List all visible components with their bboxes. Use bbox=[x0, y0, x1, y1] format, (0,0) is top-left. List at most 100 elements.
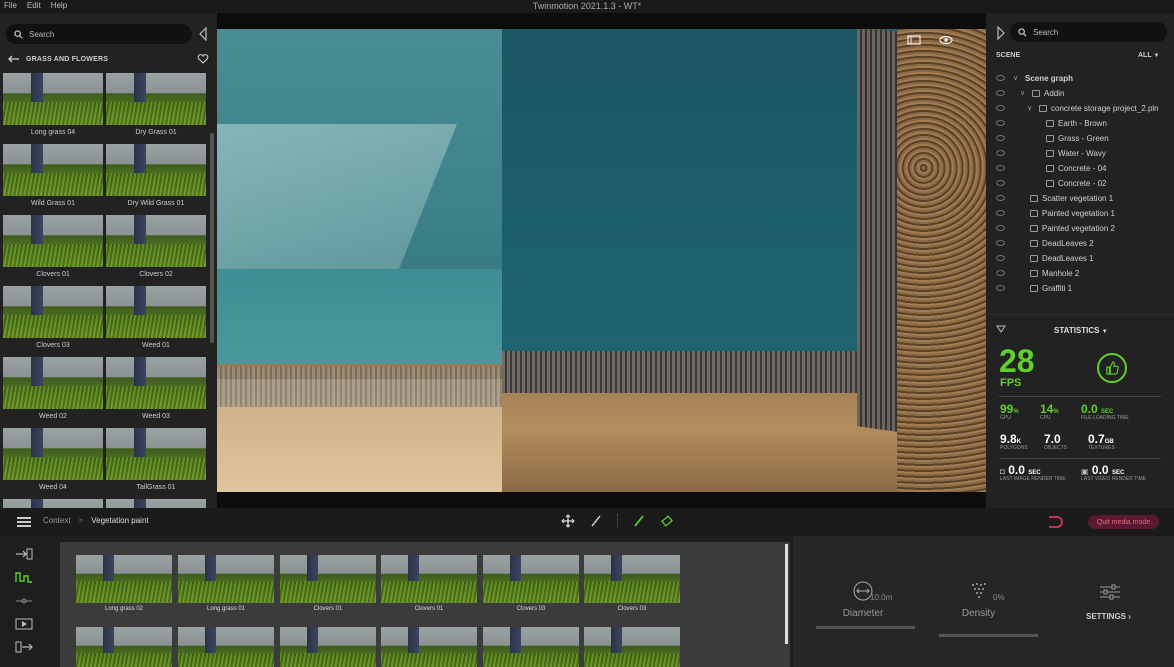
stat-gpu-unit: % bbox=[1013, 409, 1019, 415]
tree-item[interactable]: Water - Wavy bbox=[986, 146, 1174, 160]
import-icon[interactable] bbox=[15, 548, 33, 560]
collapse-left-panel-icon[interactable] bbox=[198, 27, 208, 41]
visibility-eye-icon[interactable] bbox=[996, 195, 1005, 201]
scene-search-input[interactable]: Search bbox=[1010, 22, 1167, 42]
visibility-eye-icon[interactable] bbox=[996, 75, 1005, 81]
tree-item[interactable]: Manhole 2 bbox=[986, 266, 1174, 280]
tree-item[interactable]: DeadLeaves 1 bbox=[986, 251, 1174, 265]
quit-media-mode-button[interactable]: Quit media mode bbox=[1088, 515, 1159, 529]
library-category-header[interactable]: GRASS AND FLOWERS bbox=[8, 53, 208, 65]
palette-item[interactable] bbox=[381, 627, 477, 667]
library-thumbnail bbox=[3, 357, 103, 409]
eyedropper-icon[interactable] bbox=[589, 514, 603, 528]
palette-item[interactable]: Clovers 03 bbox=[584, 555, 680, 619]
palette-item[interactable] bbox=[178, 627, 274, 667]
paint-tools bbox=[561, 514, 674, 528]
search-icon bbox=[1018, 27, 1027, 37]
visibility-eye-icon[interactable] bbox=[996, 270, 1005, 276]
viewport-render[interactable] bbox=[217, 29, 986, 492]
tree-item[interactable]: Scatter vegetation 1 bbox=[986, 191, 1174, 205]
tree-item[interactable]: Earth - Brown bbox=[986, 116, 1174, 130]
back-arrow-icon[interactable] bbox=[8, 55, 20, 63]
library-item[interactable] bbox=[106, 499, 206, 508]
visibility-eye-icon[interactable] bbox=[996, 180, 1005, 186]
palette-item[interactable]: Long grass 01 bbox=[178, 555, 274, 619]
favorite-heart-icon[interactable] bbox=[197, 53, 209, 65]
visibility-eye-icon[interactable] bbox=[996, 135, 1005, 141]
palette-scrollbar[interactable] bbox=[785, 544, 788, 644]
library-item[interactable]: Weed 02 bbox=[3, 357, 103, 425]
breadcrumb-context[interactable]: Context bbox=[43, 516, 71, 525]
tree-item[interactable]: Graffiti 1 bbox=[986, 281, 1174, 295]
eye-icon[interactable] bbox=[939, 35, 953, 45]
tree-item[interactable]: Concrete - 04 bbox=[986, 161, 1174, 175]
tree-item[interactable]: ∨ Addin bbox=[986, 86, 1174, 100]
statistics-dropdown[interactable]: STATISTICS ▼ bbox=[1054, 326, 1108, 335]
chevron-down-icon[interactable]: ∨ bbox=[1020, 89, 1028, 97]
library-item[interactable]: Weed 03 bbox=[106, 357, 206, 425]
library-item[interactable]: Weed 01 bbox=[106, 286, 206, 354]
visibility-eye-icon[interactable] bbox=[996, 285, 1005, 291]
tree-item[interactable]: Concrete - 02 bbox=[986, 176, 1174, 190]
visibility-eye-icon[interactable] bbox=[996, 165, 1005, 171]
palette-item[interactable]: Clovers 03 bbox=[483, 555, 579, 619]
visibility-eye-icon[interactable] bbox=[996, 240, 1005, 246]
palette-item[interactable] bbox=[76, 627, 172, 667]
visibility-eye-icon[interactable] bbox=[996, 90, 1005, 96]
frame-icon[interactable] bbox=[907, 35, 921, 45]
hamburger-menu-icon[interactable] bbox=[17, 517, 31, 527]
settings-sliders-icon[interactable] bbox=[1099, 584, 1121, 600]
chevron-down-icon[interactable]: ∨ bbox=[1027, 104, 1035, 112]
tree-item[interactable]: DeadLeaves 2 bbox=[986, 236, 1174, 250]
vegetation-paint-icon[interactable] bbox=[15, 571, 33, 583]
palette-item[interactable] bbox=[584, 627, 680, 667]
palette-item[interactable]: Clovers 01 bbox=[280, 555, 376, 619]
slider-icon[interactable] bbox=[15, 595, 33, 607]
library-item[interactable]: Dry Grass 01 bbox=[106, 73, 206, 141]
library-item[interactable]: Dry Wild Grass 01 bbox=[106, 144, 206, 212]
brush-parameters: Diameter 10.0m Density 0% SETTINGS › bbox=[793, 536, 1174, 667]
visibility-eye-icon[interactable] bbox=[996, 120, 1005, 126]
palette-item[interactable] bbox=[483, 627, 579, 667]
library-item[interactable]: Wild Grass 01 bbox=[3, 144, 103, 212]
collapse-right-panel-icon[interactable] bbox=[996, 26, 1006, 40]
library-item[interactable]: TallGrass 01 bbox=[106, 428, 206, 496]
visibility-eye-icon[interactable] bbox=[996, 255, 1005, 261]
paint-brush-icon[interactable] bbox=[632, 514, 646, 528]
visibility-eye-icon[interactable] bbox=[996, 150, 1005, 156]
library-panel: Search GRASS AND FLOWERS Long grass 04 D… bbox=[0, 13, 217, 508]
export-icon[interactable] bbox=[15, 641, 33, 653]
palette-item[interactable]: Clovers 01 bbox=[381, 555, 477, 619]
move-icon[interactable] bbox=[561, 514, 575, 528]
media-icon[interactable] bbox=[15, 618, 33, 630]
tree-item[interactable]: ∨ Scene graph bbox=[986, 71, 1174, 85]
palette-item-label: Clovers 01 bbox=[414, 606, 444, 612]
3d-viewport[interactable] bbox=[217, 13, 986, 508]
tree-item-label: Grass - Green bbox=[1058, 133, 1109, 143]
diameter-slider[interactable] bbox=[816, 626, 915, 629]
tree-item[interactable]: ∨ concrete storage project_2.pln bbox=[986, 101, 1174, 115]
library-item[interactable] bbox=[3, 499, 103, 508]
tree-item[interactable]: Painted vegetation 2 bbox=[986, 221, 1174, 235]
library-item[interactable]: Clovers 03 bbox=[3, 286, 103, 354]
library-scrollbar[interactable] bbox=[210, 133, 214, 343]
tree-item[interactable]: Painted vegetation 1 bbox=[986, 206, 1174, 220]
library-search-input[interactable]: Search bbox=[6, 24, 192, 44]
visibility-eye-icon[interactable] bbox=[996, 210, 1005, 216]
scene-filter-dropdown[interactable]: ALL ▼ bbox=[1138, 52, 1159, 59]
library-item[interactable]: Weed 04 bbox=[3, 428, 103, 496]
library-item[interactable]: Clovers 01 bbox=[3, 215, 103, 283]
collapse-stats-icon[interactable] bbox=[996, 325, 1006, 333]
palette-item[interactable]: Long grass 02 bbox=[76, 555, 172, 619]
library-item[interactable]: Long grass 04 bbox=[3, 73, 103, 141]
visibility-eye-icon[interactable] bbox=[996, 225, 1005, 231]
visibility-eye-icon[interactable] bbox=[996, 105, 1005, 111]
library-item[interactable]: Clovers 02 bbox=[106, 215, 206, 283]
chevron-down-icon[interactable]: ∨ bbox=[1013, 74, 1021, 82]
density-slider[interactable] bbox=[939, 634, 1038, 637]
eraser-icon[interactable] bbox=[660, 514, 674, 528]
settings-button[interactable]: SETTINGS › bbox=[1086, 612, 1131, 621]
undo-icon[interactable] bbox=[1049, 516, 1063, 528]
palette-item[interactable] bbox=[280, 627, 376, 667]
tree-item[interactable]: Grass - Green bbox=[986, 131, 1174, 145]
